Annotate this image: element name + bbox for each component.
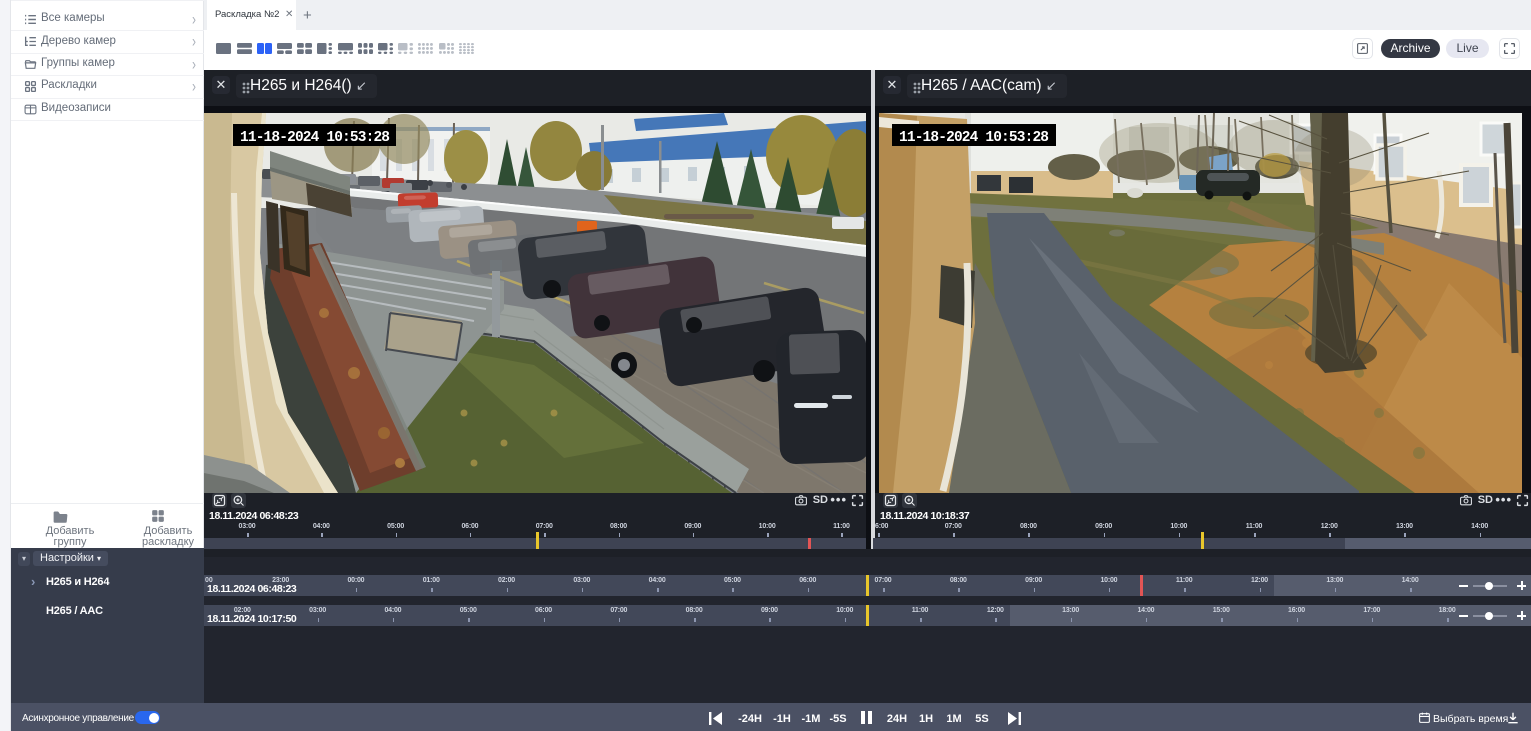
svg-text:11-18-2024 10:53:28: 11-18-2024 10:53:28 xyxy=(899,130,1049,146)
svg-text:11-18-2024 10:53:28: 11-18-2024 10:53:28 xyxy=(240,130,390,146)
